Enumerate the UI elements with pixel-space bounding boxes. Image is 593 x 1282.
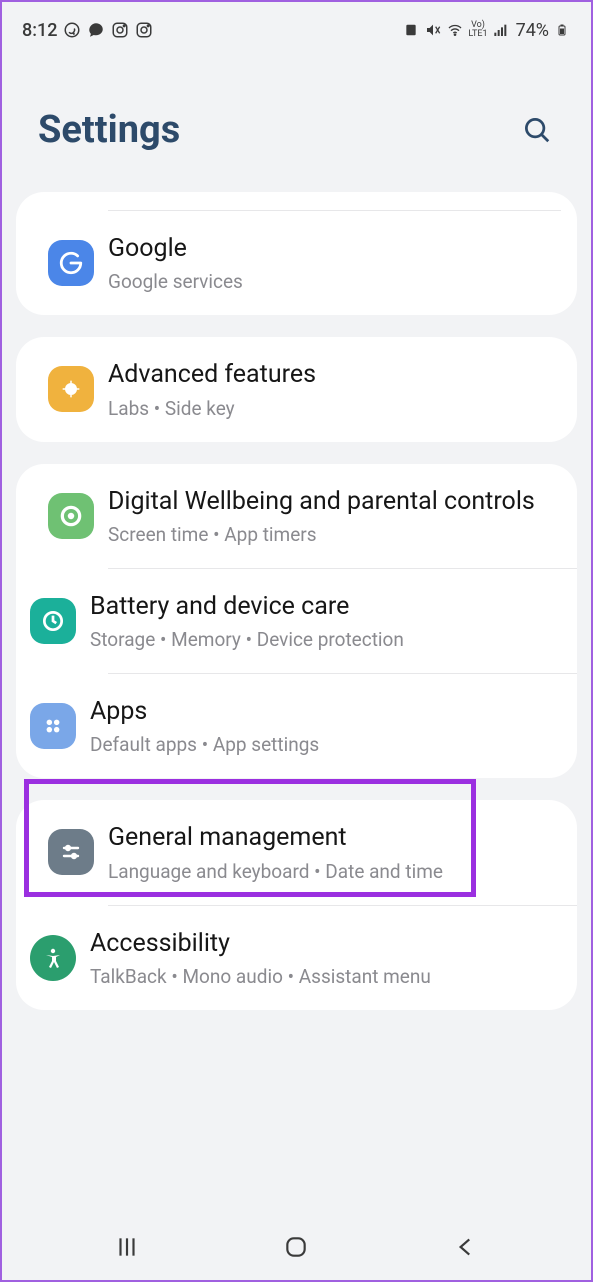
general-icon: [48, 829, 94, 875]
mute-icon: [424, 21, 442, 39]
settings-item-digital-wellbeing[interactable]: Digital Wellbeing and parental controls …: [16, 464, 577, 568]
battery-icon: [553, 21, 571, 39]
settings-group-2: Advanced features Labs • Side key: [16, 337, 577, 441]
settings-group-1: Google Google services: [16, 192, 577, 315]
status-time: 8:12: [22, 20, 57, 41]
instagram-icon: [111, 21, 129, 39]
signal-icon: [492, 21, 510, 39]
wifi-icon: [446, 21, 464, 39]
back-icon: [453, 1234, 479, 1260]
item-title: General management: [108, 822, 557, 853]
whatsapp-icon: [63, 21, 81, 39]
item-title: Advanced features: [108, 359, 557, 390]
page-title: Settings: [38, 108, 180, 152]
settings-item-general-management[interactable]: General management Language and keyboard…: [16, 800, 577, 904]
settings-item-advanced-features[interactable]: Advanced features Labs • Side key: [16, 337, 577, 441]
nav-back-button[interactable]: [446, 1227, 486, 1267]
navigation-bar: [2, 1214, 591, 1280]
item-title: Apps: [90, 696, 557, 727]
accessibility-icon: [30, 935, 76, 981]
header: Settings: [2, 58, 591, 192]
item-title: Google: [108, 233, 557, 264]
volte-icon: Vo)LTE1: [468, 21, 487, 39]
instagram-icon-2: [135, 21, 153, 39]
item-subtitle: Screen time • App timers: [108, 523, 557, 546]
google-icon: [48, 240, 94, 286]
item-title: Battery and device care: [90, 591, 557, 622]
home-icon: [283, 1234, 309, 1260]
status-left: 8:12: [22, 20, 153, 41]
item-title: Accessibility: [90, 928, 557, 959]
search-button[interactable]: [519, 112, 555, 148]
wellbeing-icon: [48, 493, 94, 539]
item-subtitle: TalkBack • Mono audio • Assistant menu: [90, 965, 557, 988]
recents-icon: [114, 1234, 140, 1260]
item-subtitle: Language and keyboard • Date and time: [108, 860, 557, 883]
settings-item-accessibility[interactable]: Accessibility TalkBack • Mono audio • As…: [108, 905, 577, 1010]
battery-percent: 74%: [516, 20, 549, 41]
card-icon: [402, 21, 420, 39]
item-subtitle: Storage • Memory • Device protection: [90, 628, 557, 651]
item-title: Digital Wellbeing and parental controls: [108, 486, 557, 517]
item-subtitle: Google services: [108, 270, 557, 293]
nav-home-button[interactable]: [276, 1227, 316, 1267]
apps-icon: [30, 703, 76, 749]
settings-item-battery-device-care[interactable]: Battery and device care Storage • Memory…: [108, 568, 577, 673]
advanced-icon: [48, 366, 94, 412]
status-bar: 8:12 Vo)LTE1 74%: [2, 2, 591, 58]
search-icon: [522, 115, 552, 145]
item-subtitle: Labs • Side key: [108, 397, 557, 420]
battery-care-icon: [30, 598, 76, 644]
settings-item-google[interactable]: Google Google services: [16, 211, 577, 315]
chat-icon: [87, 21, 105, 39]
settings-item-apps[interactable]: Apps Default apps • App settings: [108, 673, 577, 778]
status-right: Vo)LTE1 74%: [402, 20, 571, 41]
nav-recents-button[interactable]: [107, 1227, 147, 1267]
settings-group-4: General management Language and keyboard…: [16, 800, 577, 1010]
settings-group-3: Digital Wellbeing and parental controls …: [16, 464, 577, 779]
item-subtitle: Default apps • App settings: [90, 733, 557, 756]
